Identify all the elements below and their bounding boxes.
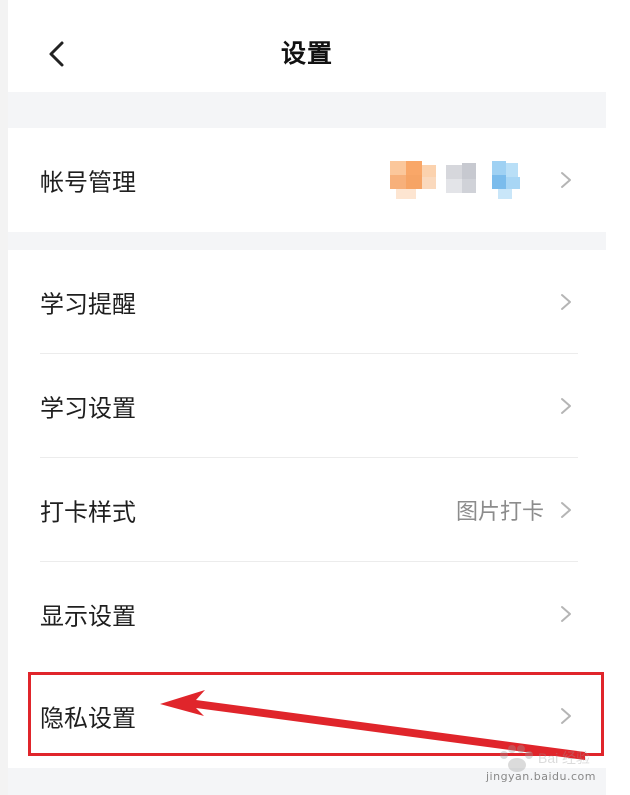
page-title: 设置: [280, 39, 333, 68]
settings-item-study-reminder[interactable]: 学习提醒: [8, 250, 606, 353]
account-management-row[interactable]: 帐号管理: [8, 128, 606, 232]
blurred-avatar-image: [390, 161, 520, 199]
header-bar: 设置: [8, 0, 606, 92]
left-edge: [0, 0, 8, 795]
settings-item-checkin-style[interactable]: 打卡样式 图片打卡: [8, 458, 606, 561]
chevron-right-icon: [561, 172, 571, 188]
settings-item-label: 显示设置: [40, 602, 136, 630]
section-gap: [8, 232, 606, 250]
checkin-style-value: 图片打卡: [455, 499, 544, 525]
settings-item-label: 学习提醒: [40, 290, 136, 318]
watermark-text: jingyan.baidu.com: [485, 770, 596, 783]
settings-item-display-settings[interactable]: 显示设置: [8, 562, 606, 665]
chevron-right-icon: [561, 605, 571, 622]
section-gap: [8, 92, 606, 128]
chevron-right-icon: [561, 501, 571, 518]
account-card: 帐号管理: [8, 128, 606, 232]
settings-item-label: 打卡样式: [40, 498, 136, 526]
account-management-label: 帐号管理: [40, 168, 136, 197]
chevron-right-icon: [561, 293, 571, 310]
chevron-right-icon: [561, 397, 571, 414]
settings-item-study-settings[interactable]: 学习设置: [8, 354, 606, 457]
settings-item-label: 学习设置: [40, 394, 136, 422]
svg-text:经验: 经验: [562, 750, 590, 766]
svg-text:Bai: Bai: [538, 750, 558, 766]
